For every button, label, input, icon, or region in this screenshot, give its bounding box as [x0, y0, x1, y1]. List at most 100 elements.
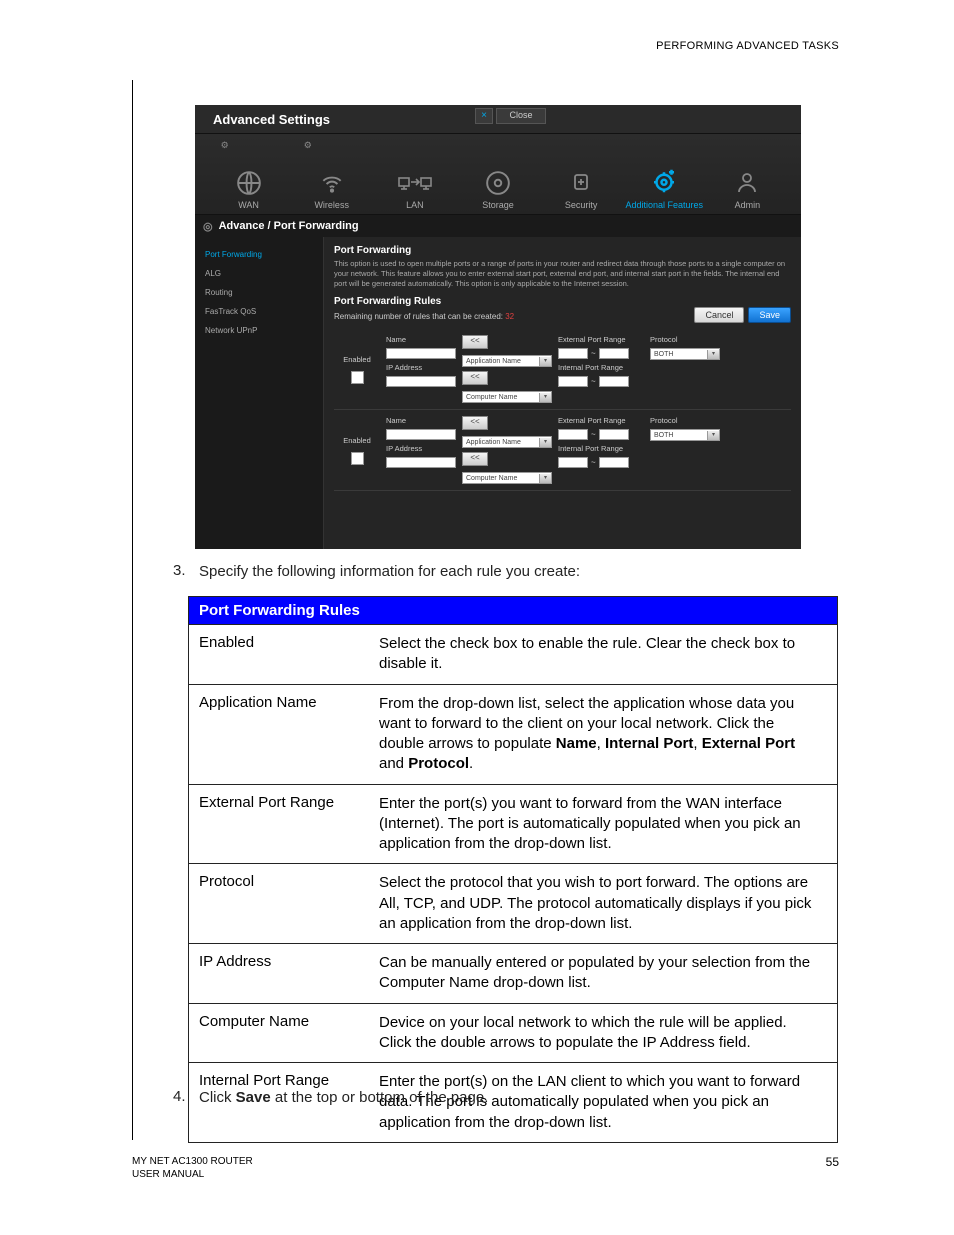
- footer-product: MY NET AC1300 ROUTER USER MANUAL: [132, 1155, 253, 1181]
- save-button[interactable]: Save: [748, 307, 791, 323]
- int-port-end-input[interactable]: [599, 457, 629, 468]
- globe-icon: [236, 170, 262, 196]
- sidebar-item-alg[interactable]: ALG: [195, 264, 323, 283]
- sidebar-item-port-forwarding[interactable]: Port Forwarding: [195, 245, 323, 264]
- sidebar-item-network-upnp[interactable]: Network UPnP: [195, 321, 323, 340]
- shield-icon: [569, 170, 593, 196]
- int-port-start-input[interactable]: [558, 457, 588, 468]
- name-input[interactable]: [386, 348, 456, 359]
- nav-label: WAN: [238, 200, 259, 210]
- nav-wan[interactable]: ⚙ WAN: [209, 140, 289, 210]
- user-icon: [735, 170, 759, 196]
- rule-row: Enabled Name IP Address << Application N…: [334, 410, 791, 491]
- nav-label: Security: [565, 200, 598, 210]
- table-key: External Port Range: [189, 785, 379, 864]
- step-3-text: Specify the following information for ea…: [199, 562, 580, 582]
- name-input[interactable]: [386, 429, 456, 440]
- ext-port-label: External Port Range: [558, 416, 644, 425]
- name-label: Name: [386, 335, 456, 344]
- ext-port-label: External Port Range: [558, 335, 644, 344]
- close-icon[interactable]: ×: [475, 108, 493, 124]
- table-header: Port Forwarding Rules: [189, 597, 837, 624]
- application-name-select[interactable]: Application Name▾: [462, 355, 552, 367]
- table-key: Protocol: [189, 864, 379, 943]
- table-value: Can be manually entered or populated by …: [379, 944, 837, 1003]
- section-title: Port Forwarding: [334, 245, 791, 256]
- ext-port-end-input[interactable]: [599, 348, 629, 359]
- nav-label: Admin: [735, 200, 761, 210]
- application-name-select[interactable]: Application Name▾: [462, 436, 552, 448]
- populate-name-button[interactable]: <<: [462, 416, 488, 430]
- step-4-text: Click Save at the top or bottom of the p…: [199, 1088, 488, 1108]
- table-row: Application NameFrom the drop-down list,…: [189, 684, 837, 784]
- nav-additional-features[interactable]: Additional Features: [624, 140, 704, 210]
- close-button[interactable]: Close: [496, 108, 546, 124]
- table-row: EnabledSelect the check box to enable th…: [189, 624, 837, 684]
- computer-name-select[interactable]: Computer Name▾: [462, 391, 552, 403]
- nav-label: LAN: [406, 200, 424, 210]
- table-row: Computer NameDevice on your local networ…: [189, 1003, 837, 1063]
- int-port-label: Internal Port Range: [558, 444, 644, 453]
- section-description: This option is used to open multiple por…: [334, 259, 791, 288]
- sidebar-item-fastrack-qos[interactable]: FasTrack QoS: [195, 302, 323, 321]
- table-value: Select the check box to enable the rule.…: [379, 625, 837, 684]
- nav-storage[interactable]: Storage: [458, 140, 538, 210]
- table-key: Enabled: [189, 625, 379, 684]
- int-port-start-input[interactable]: [558, 376, 588, 387]
- cancel-button[interactable]: Cancel: [694, 307, 744, 323]
- page-number: 55: [826, 1155, 839, 1169]
- table-row: External Port RangeEnter the port(s) you…: [189, 784, 837, 864]
- populate-name-button[interactable]: <<: [462, 335, 488, 349]
- table-key: Computer Name: [189, 1004, 379, 1063]
- step-number-4: 4.: [173, 1088, 186, 1105]
- rule-row: Enabled Name IP Address << Application N…: [334, 329, 791, 410]
- lan-icon: [397, 174, 433, 196]
- table-value: From the drop-down list, select the appl…: [379, 685, 837, 784]
- gear-icon: ⚙: [304, 140, 312, 151]
- enabled-checkbox[interactable]: [351, 371, 364, 384]
- ip-label: IP Address: [386, 444, 456, 453]
- ip-input[interactable]: [386, 457, 456, 468]
- page-section-header: PERFORMING ADVANCED TASKS: [656, 40, 839, 52]
- enabled-checkbox[interactable]: [351, 452, 364, 465]
- ip-input[interactable]: [386, 376, 456, 387]
- name-label: Name: [386, 416, 456, 425]
- table-key: IP Address: [189, 944, 379, 1003]
- protocol-label: Protocol: [650, 416, 720, 425]
- ext-port-start-input[interactable]: [558, 348, 588, 359]
- computer-name-select[interactable]: Computer Name▾: [462, 472, 552, 484]
- section-icon: ◎: [203, 220, 213, 233]
- enabled-label: Enabled: [343, 355, 371, 364]
- nav-security[interactable]: Security: [541, 140, 621, 210]
- enabled-label: Enabled: [343, 436, 371, 445]
- window-title: Advanced Settings: [213, 112, 330, 127]
- remaining-count: 32: [505, 312, 514, 321]
- rules-description-table: Port Forwarding Rules EnabledSelect the …: [188, 596, 838, 1143]
- nav-wireless[interactable]: ⚙ Wireless: [292, 140, 372, 210]
- protocol-select[interactable]: BOTH▾: [650, 429, 720, 441]
- ext-port-start-input[interactable]: [558, 429, 588, 440]
- margin-rule: [132, 80, 133, 1140]
- table-value: Select the protocol that you wish to por…: [379, 864, 837, 943]
- protocol-label: Protocol: [650, 335, 720, 344]
- ext-port-end-input[interactable]: [599, 429, 629, 440]
- table-row: IP AddressCan be manually entered or pop…: [189, 943, 837, 1003]
- nav-label: Additional Features: [625, 200, 703, 210]
- nav-label: Storage: [482, 200, 514, 210]
- protocol-select[interactable]: BOTH▾: [650, 348, 720, 360]
- router-screenshot: Advanced Settings × Close ⚙ WAN ⚙ Wirele…: [195, 105, 801, 537]
- nav-admin[interactable]: Admin: [707, 140, 787, 210]
- populate-ip-button[interactable]: <<: [462, 452, 488, 466]
- rules-title: Port Forwarding Rules: [334, 296, 791, 307]
- gear-icon: ⚙: [221, 140, 229, 151]
- nav-lan[interactable]: LAN: [375, 140, 455, 210]
- gear-plus-icon: [649, 166, 679, 196]
- step-number-3: 3.: [173, 562, 186, 579]
- int-port-end-input[interactable]: [599, 376, 629, 387]
- nav-label: Wireless: [314, 200, 349, 210]
- sidebar-item-routing[interactable]: Routing: [195, 283, 323, 302]
- wifi-icon: [319, 170, 345, 196]
- table-value: Device on your local network to which th…: [379, 1004, 837, 1063]
- int-port-label: Internal Port Range: [558, 363, 644, 372]
- populate-ip-button[interactable]: <<: [462, 371, 488, 385]
